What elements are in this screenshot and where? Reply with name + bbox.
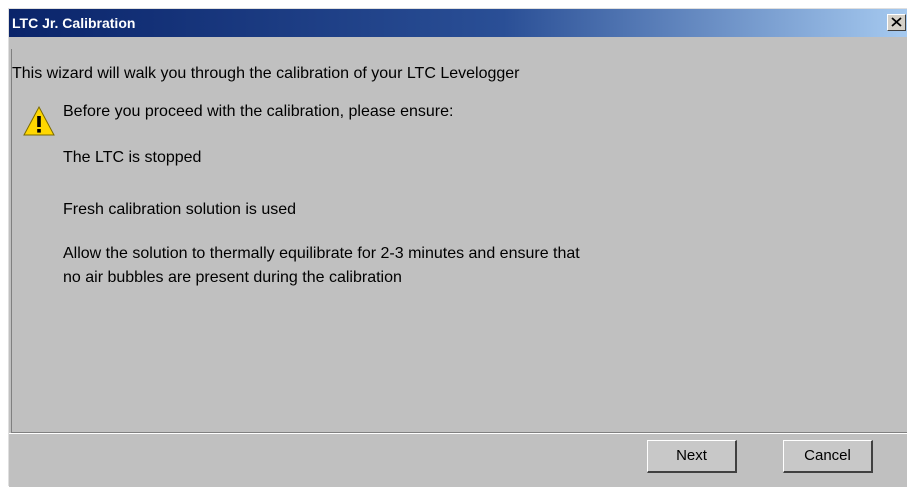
requirement-item: The LTC is stopped [63,149,202,166]
title-bar[interactable]: LTC Jr. Calibration [9,9,907,37]
close-button[interactable] [887,14,906,31]
warning-heading: Before you proceed with the calibration,… [63,103,454,120]
next-button[interactable]: Next [647,440,737,473]
requirement-item-continued: no air bubbles are present during the ca… [63,269,402,286]
window-title: LTC Jr. Calibration [12,15,136,31]
wizard-content: This wizard will walk you through the ca… [11,49,907,433]
requirement-item: Allow the solution to thermally equilibr… [63,245,580,262]
warning-icon [23,105,55,136]
requirement-item: Fresh calibration solution is used [63,201,297,218]
intro-text: This wizard will walk you through the ca… [12,65,520,82]
calibration-dialog: LTC Jr. Calibration This wizard will wal… [8,8,907,487]
button-bar: Next Cancel [9,433,907,487]
close-icon [891,17,902,27]
cancel-button[interactable]: Cancel [783,440,873,473]
